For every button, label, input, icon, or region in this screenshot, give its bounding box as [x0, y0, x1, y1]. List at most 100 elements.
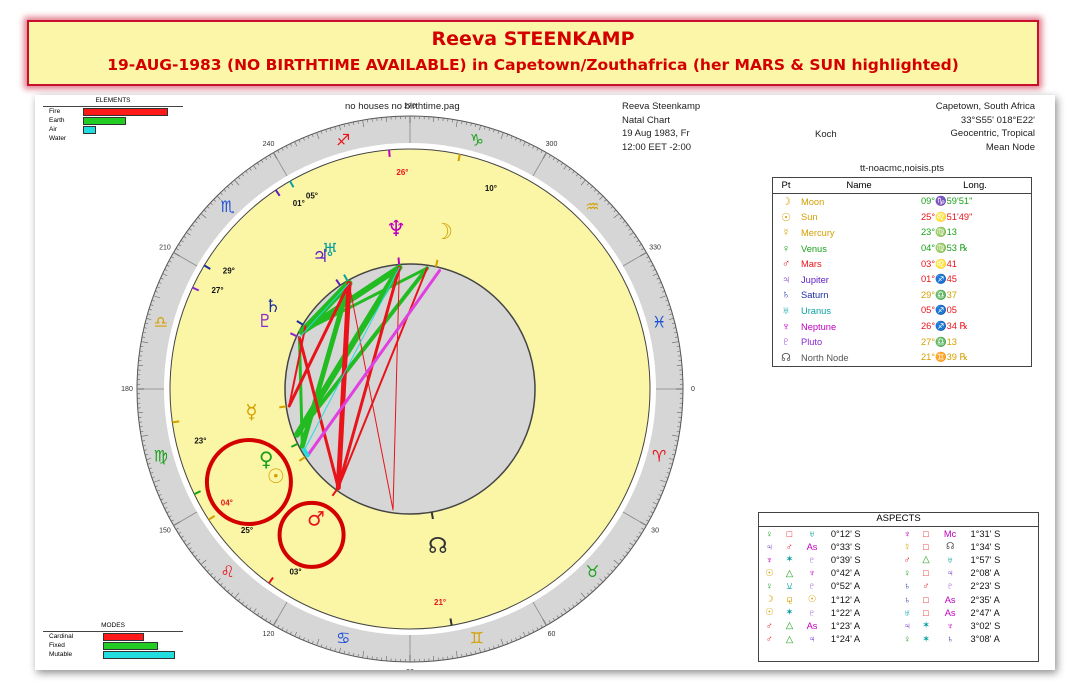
- element-label: Fire: [49, 108, 61, 115]
- aspect-body-a: ♄: [903, 581, 911, 592]
- planet-glyph: ☉: [781, 211, 791, 224]
- mode-row: Cardinal: [43, 632, 183, 641]
- aspects-table: ASPECTS ♀ □ ♅ 0°12' S ♆ □ Mc 1°31' S ♃ ♂ As 0°33' S…: [758, 512, 1039, 662]
- aspect-body-a: ♀: [765, 528, 773, 539]
- aspect-orb: 0°39' S: [830, 554, 861, 565]
- planet-name: Saturn: [801, 290, 829, 301]
- aspect-type: ✶: [922, 633, 930, 644]
- mode-bar: [103, 633, 144, 641]
- col-long: Long.: [919, 177, 1032, 194]
- aspect-orb: 1°57' S: [970, 554, 1001, 565]
- planet-longitude: 09°♑59'51": [921, 196, 973, 207]
- planet-degree-label: 27°: [211, 286, 223, 295]
- planet-longitude: 01°♐45: [921, 274, 957, 285]
- element-label: Earth: [49, 117, 65, 124]
- aspect-type: □: [923, 568, 929, 579]
- zodiac-sign-icon: ♓: [652, 313, 666, 332]
- planet-glyph: ♅: [781, 304, 791, 317]
- planet-degree-label: 04°: [221, 499, 233, 508]
- aspect-type: □: [923, 594, 929, 605]
- aspect-body-b: ♆: [946, 620, 954, 631]
- planet-longitude: 21°♊39 ℞: [921, 352, 968, 363]
- planet-name: Jupiter: [801, 274, 829, 285]
- mode-bar: [103, 642, 159, 650]
- aspect-row: ♀ ⚺ ♇ 0°52' A ♄ ♂ ♇ 2°23' S: [759, 580, 1038, 593]
- aspect-body-b: As: [806, 541, 818, 552]
- aspect-type: □: [923, 541, 929, 552]
- aspect-orb: 3°08' A: [970, 634, 1000, 645]
- aspect-orb: 1°22' A: [830, 607, 861, 618]
- aspect-body-a: ♅: [903, 607, 911, 618]
- zodiac-sign-icon: ♉: [585, 562, 599, 581]
- planet-inner-tick: [397, 257, 401, 265]
- aspect-body-a: ♀: [903, 634, 911, 645]
- planet-degree-label: 21°: [434, 598, 446, 607]
- aspect-body-a: ♆: [903, 528, 911, 539]
- aspect-type: □: [923, 607, 929, 618]
- planet-inner-tick: [279, 405, 287, 409]
- planet-longitude: 04°♍53 ℞: [921, 243, 968, 254]
- planet-glyph: ☿: [781, 226, 791, 239]
- aspect-type: ✶: [785, 554, 794, 565]
- planet-rim-tick: [388, 149, 391, 157]
- place: Capetown, South Africa: [935, 101, 1035, 112]
- element-bar: [83, 108, 169, 116]
- aspect-body-b: ♆: [808, 568, 816, 579]
- aspect-body-b: ♇: [808, 554, 816, 565]
- aspect-body-b: ♇: [946, 581, 954, 592]
- zodiac-sign-icon: ♌: [220, 562, 234, 581]
- aspect-orb: 2°23' S: [970, 581, 1001, 592]
- file-name: no houses no birthtime.pag: [345, 101, 460, 112]
- aspect-body-a: ♄: [903, 594, 911, 605]
- aspect-orb: 3°02' S: [970, 620, 1001, 631]
- aspect-type: △: [785, 620, 793, 631]
- aspect-body-a: ♃: [903, 620, 911, 631]
- element-row: Water: [43, 134, 183, 143]
- planet-degree-label: 01°: [293, 199, 305, 208]
- mode-label: Cardinal: [49, 633, 74, 640]
- aspect-row: ☉ ✶ ♇ 1°22' A ♅ □ As 2°47' A: [759, 606, 1038, 619]
- pluto-icon: ♇: [257, 311, 273, 332]
- planet-row: ♂ Mars 03°♌41: [773, 256, 1032, 272]
- planet-longitude: 05°♐05: [921, 305, 957, 316]
- aspect-type: □: [923, 528, 929, 539]
- degree-label: 150: [159, 527, 171, 534]
- planet-row: ☿ Mercury 23°♍13: [773, 225, 1032, 241]
- planet-name: Sun: [801, 212, 818, 223]
- element-label: Air: [49, 126, 57, 133]
- aspect-row: ♂ △ As 1°23' A ♃ ✶ ♆ 3°02' S: [759, 619, 1038, 632]
- planet-name: Mars: [801, 259, 822, 270]
- aspect-body-a: ♂: [765, 620, 773, 631]
- degree-label: 330: [649, 244, 661, 251]
- planet-row: ☊ North Node 21°♊39 ℞: [773, 350, 1032, 366]
- aspect-body-b: As: [806, 620, 818, 631]
- aspect-row: ♂ △ ♃ 1°24' A ♀ ✶ ♄ 3°08' A: [759, 633, 1038, 646]
- planet-rim-tick: [449, 618, 453, 626]
- aspect-orb: 1°34' S: [970, 541, 1001, 552]
- degree-label: 180: [121, 386, 133, 393]
- jupiter-icon: ♃: [312, 246, 328, 267]
- planet-name: Uranus: [801, 305, 831, 316]
- aspect-orb: 1°12' A: [830, 594, 861, 605]
- planet-degree-label: 03°: [289, 567, 301, 576]
- aspect-orb: 2°08' A: [970, 568, 1000, 579]
- birth-date: 19 Aug 1983, Fr: [622, 128, 690, 139]
- planet-degree-label: 05°: [306, 192, 318, 201]
- coordinates: 33°S55' 018°E22': [960, 114, 1035, 126]
- aspect-body-b: ♃: [808, 634, 816, 645]
- chart-sheet: 0306090120150180210240270300330♈♉♊♋♌♍♎♏♐…: [35, 95, 1055, 670]
- planet-glyph: ♇: [781, 336, 791, 349]
- aspect-body-b: Mc: [943, 528, 957, 539]
- zodiac-sign-icon: ♋: [336, 629, 350, 648]
- title-banner: Reeva STEENKAMP 19-AUG-1983 (NO BIRTHTIM…: [27, 20, 1039, 86]
- degree-label: 210: [159, 244, 171, 251]
- aspect-type: ⚼: [786, 594, 793, 605]
- planet-longitude: 27°♎13: [921, 336, 957, 347]
- planet-row: ♀ Venus 04°♍53 ℞: [773, 241, 1032, 257]
- planet-row: ☽ Moon 09°♑59'51": [773, 194, 1032, 210]
- planet-name: Venus: [801, 243, 827, 254]
- col-pt: Pt: [772, 177, 799, 194]
- planet-name: Mercury: [801, 227, 835, 238]
- aspect-body-a: ♀: [903, 568, 911, 579]
- element-bar: [83, 126, 96, 134]
